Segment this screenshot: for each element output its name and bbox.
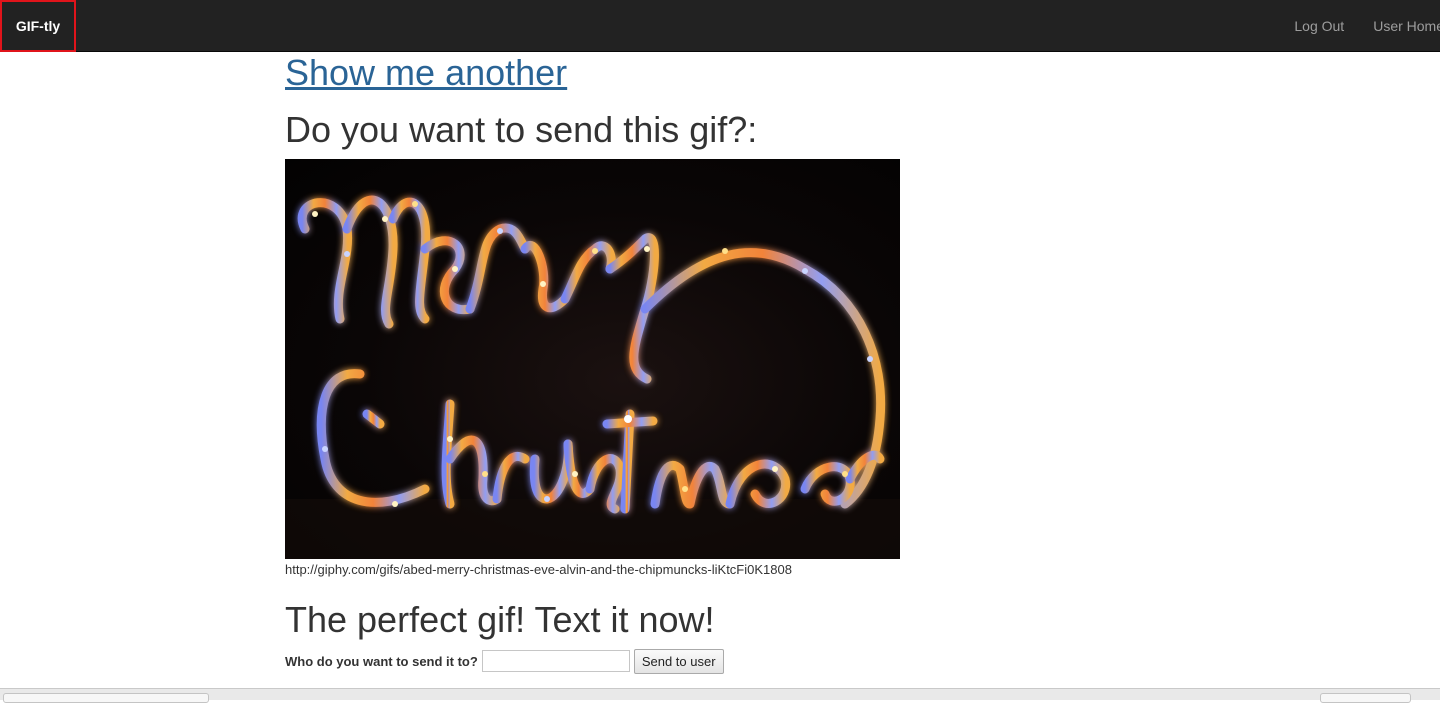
navbar-links: Log Out User Home (1294, 0, 1440, 52)
send-form: Who do you want to send it to? Send to u… (285, 648, 724, 674)
gif-url-text: http://giphy.com/gifs/abed-merry-christm… (285, 562, 792, 577)
send-question-heading: Do you want to send this gif?: (285, 109, 758, 150)
perfect-gif-heading: The perfect gif! Text it now! (285, 599, 715, 640)
top-navbar: GIF-tly Log Out User Home (0, 0, 1440, 52)
show-another-link[interactable]: Show me another (285, 53, 567, 93)
browser-bottom-bar (0, 688, 1440, 700)
brand-link[interactable]: GIF-tly (0, 0, 76, 52)
logout-link[interactable]: Log Out (1294, 0, 1344, 52)
merry-christmas-lights-graphic (285, 195, 900, 559)
user-home-link[interactable]: User Home (1373, 0, 1440, 52)
bottom-left-tab[interactable] (3, 693, 209, 703)
recipient-label: Who do you want to send it to? (285, 653, 478, 669)
recipient-input[interactable] (481, 650, 630, 672)
send-to-user-button[interactable]: Send to user (633, 648, 724, 674)
bottom-right-tab[interactable] (1320, 693, 1411, 703)
gif-image (285, 159, 900, 559)
